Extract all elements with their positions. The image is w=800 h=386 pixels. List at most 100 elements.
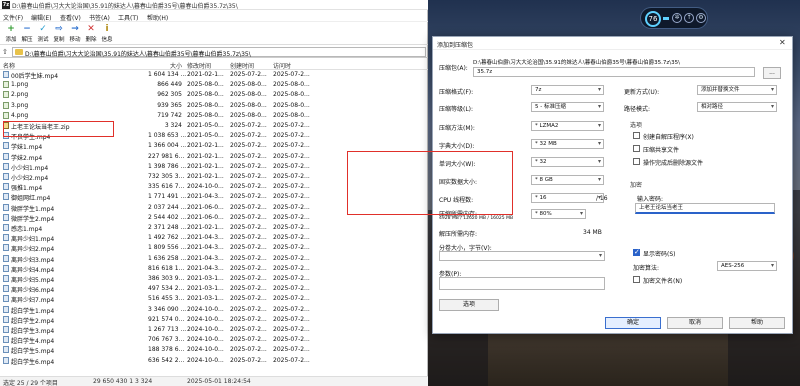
file-accessed: 2025-07-2...: [273, 234, 310, 242]
file-row[interactable]: 超白学生3.mp4 1 267 713 ... 2024-10-0... 2025-0…: [0, 325, 428, 335]
pathmode-select[interactable]: 相对路径: [697, 102, 777, 112]
file-name: 离异少妇1.mp4: [11, 236, 55, 244]
mem-select[interactable]: * 80%: [531, 209, 586, 219]
path-input[interactable]: D:\暮春山伯爵\习大大论治国\35.91的妹达人\暮春山伯爵35号\暮春山伯爵…: [12, 47, 426, 58]
mp4-file-icon: [3, 336, 9, 344]
file-accessed: 2025-07-2...: [273, 244, 310, 252]
options-button[interactable]: 选项: [439, 299, 499, 311]
menu-bar: 文件(F) 编辑(E) 查看(V) 书签(A) 工具(T) 帮助(H): [0, 11, 428, 22]
settings-icon[interactable]: ⚙: [696, 13, 706, 23]
delete-after-checkbox[interactable]: [633, 158, 640, 165]
file-modified: 2024-10-0...: [187, 336, 224, 344]
file-created: 2025-07-2...: [230, 315, 267, 323]
enc-method-select[interactable]: AES-256: [717, 261, 777, 271]
file-row[interactable]: 超白学生4.mp4 706 767 3... 2024-10-0... 2025-07…: [0, 335, 428, 345]
browse-button[interactable]: ...: [763, 67, 781, 79]
png-file-icon: [3, 101, 9, 109]
file-row[interactable]: 1.png 866 449 2025-08-0... 2025-08-0... 2025…: [0, 80, 428, 90]
file-size: 1 366 004 ...: [148, 142, 187, 150]
dict-select[interactable]: * 32 MB: [531, 139, 604, 149]
encrypt-names-checkbox[interactable]: [633, 276, 640, 283]
word-select[interactable]: * 32: [531, 157, 604, 167]
solid-select[interactable]: * 8 GB: [531, 175, 604, 185]
toolbar-info-button[interactable]: i 信息: [98, 24, 116, 44]
col-accessed[interactable]: 访问时: [273, 61, 291, 70]
png-file-icon: [3, 81, 9, 89]
file-row[interactable]: 00后学生妹.mp4 1 604 134 ... 2021-02-1... 2025-…: [0, 70, 428, 80]
show-password-checkbox[interactable]: [633, 248, 640, 256]
file-accessed: 2025-07-2...: [273, 203, 310, 211]
ok-button[interactable]: 确定: [605, 317, 661, 329]
menu-help[interactable]: 帮助(H): [147, 13, 168, 22]
cancel-button[interactable]: 取消: [667, 317, 723, 329]
col-size[interactable]: 大小: [170, 61, 182, 70]
level-select[interactable]: 5 - 标准压缩: [531, 102, 604, 112]
file-name: 小少妇2.mp4: [11, 175, 49, 182]
file-modified: 2024-10-0...: [187, 305, 224, 313]
file-accessed: 2025-07-2...: [273, 152, 310, 160]
split-select[interactable]: [439, 251, 605, 261]
file-name: 2.png: [11, 91, 29, 99]
file-name: 微胖学生2.mp4: [11, 215, 55, 223]
file-row[interactable]: 感恋1.mp4 2 371 248 ... 2021-02-1... 2025-07-…: [0, 223, 428, 233]
file-created: 2025-08-0...: [230, 81, 267, 89]
col-modified[interactable]: 修改时间: [187, 61, 211, 70]
col-created[interactable]: 创建时间: [230, 61, 254, 70]
mp4-file-icon: [3, 346, 9, 354]
system-monitor-widget[interactable]: 76 ✲ ↑ ⚙: [640, 7, 708, 29]
file-row[interactable]: 离异少妇4.mp4 816 618 1... 2021-04-3... 2025-07…: [0, 264, 428, 274]
file-row[interactable]: 3.png 939 365 2025-08-0... 2025-08-0... 2025…: [0, 101, 428, 111]
file-row[interactable]: 超白学生2.mp4 921 574 0... 2024-10-0... 2025-07…: [0, 315, 428, 325]
method-select[interactable]: * LZMA2: [531, 121, 604, 131]
file-row[interactable]: 离异少妇7.mp4 516 455 3... 2021-03-1... 2025-07…: [0, 294, 428, 304]
menu-tools[interactable]: 工具(T): [118, 13, 138, 22]
toolbar-label: 信息: [101, 37, 113, 43]
shared-checkbox[interactable]: [633, 145, 640, 152]
file-row[interactable]: 离异少妇3.mp4 1 636 258 ... 2021-04-3... 2025-0…: [0, 254, 428, 264]
format-select[interactable]: 7z: [531, 85, 604, 95]
up-folder-icon[interactable]: ⇧: [2, 48, 10, 56]
help-button[interactable]: 帮助: [729, 317, 785, 329]
zip-highlight-box: [3, 121, 114, 137]
menu-view[interactable]: 查看(V): [60, 13, 81, 22]
fan-icon[interactable]: ✲: [672, 13, 682, 23]
file-row[interactable]: 4.png 719 742 2025-08-0... 2025-08-0... 2025…: [0, 111, 428, 121]
password-label: 输入密码:: [637, 196, 664, 203]
file-size: 335 616 7...: [148, 183, 185, 191]
file-row[interactable]: 离异少妇1.mp4 1 492 762 ... 2021-04-3... 2025-0…: [0, 233, 428, 243]
file-row[interactable]: 2.png 962 305 2025-08-0... 2025-08-0... 2025…: [0, 90, 428, 100]
mp4-file-icon: [3, 244, 9, 252]
file-size: 497 534 2...: [148, 285, 185, 293]
file-modified: 2021-04-3...: [187, 254, 224, 262]
method-label: 压缩方法(M):: [439, 125, 475, 132]
file-row[interactable]: 超白学生1.mp4 3 346 090 ... 2024-10-0... 2025-0…: [0, 305, 428, 315]
file-created: 2025-08-0...: [230, 91, 267, 99]
file-row[interactable]: 离异少妇2.mp4 1 809 556 ... 2021-04-3... 2025-0…: [0, 243, 428, 253]
close-icon[interactable]: ✕: [779, 38, 786, 47]
mp4-file-icon: [3, 173, 9, 180]
file-row[interactable]: 超白学生5.mp4 188 378 6... 2024-10-0... 2025-07…: [0, 345, 428, 355]
file-accessed: 2025-07-2...: [273, 193, 310, 201]
encryption-group-title: 加密: [630, 182, 643, 189]
menu-edit[interactable]: 编辑(E): [31, 13, 51, 22]
sfx-checkbox[interactable]: [633, 132, 640, 139]
file-name: 御姐网红.mp4: [11, 195, 51, 203]
file-row[interactable]: 超白学生6.mp4 636 542 2... 2024-10-0... 2025-07…: [0, 356, 428, 366]
format-label: 压缩格式(F):: [439, 89, 474, 96]
menu-bookmarks[interactable]: 书签(A): [89, 13, 110, 22]
threads-select[interactable]: * 16: [531, 193, 604, 203]
archive-name-field[interactable]: 35.7z: [473, 67, 755, 77]
update-select[interactable]: 添加并替换文件: [697, 85, 777, 95]
status-date: 2025-05-01 18:24:54: [187, 378, 251, 385]
params-field[interactable]: [439, 277, 605, 290]
boost-icon[interactable]: ↑: [684, 13, 694, 23]
password-field[interactable]: 上老王论坛当老王: [635, 203, 775, 214]
file-row[interactable]: 离异少妇6.mp4 497 534 2... 2021-03-1... 2025-07…: [0, 284, 428, 294]
file-modified: 2021-06-0...: [187, 203, 224, 211]
file-row[interactable]: 离异少妇5.mp4 386 303 9... 2021-03-1... 2025-07…: [0, 274, 428, 284]
col-name[interactable]: 名称: [3, 61, 15, 70]
mp4-file-icon: [3, 152, 9, 160]
mp4-file-icon: [3, 213, 9, 221]
mp4-file-icon: [3, 203, 9, 211]
menu-file[interactable]: 文件(F): [3, 13, 23, 22]
